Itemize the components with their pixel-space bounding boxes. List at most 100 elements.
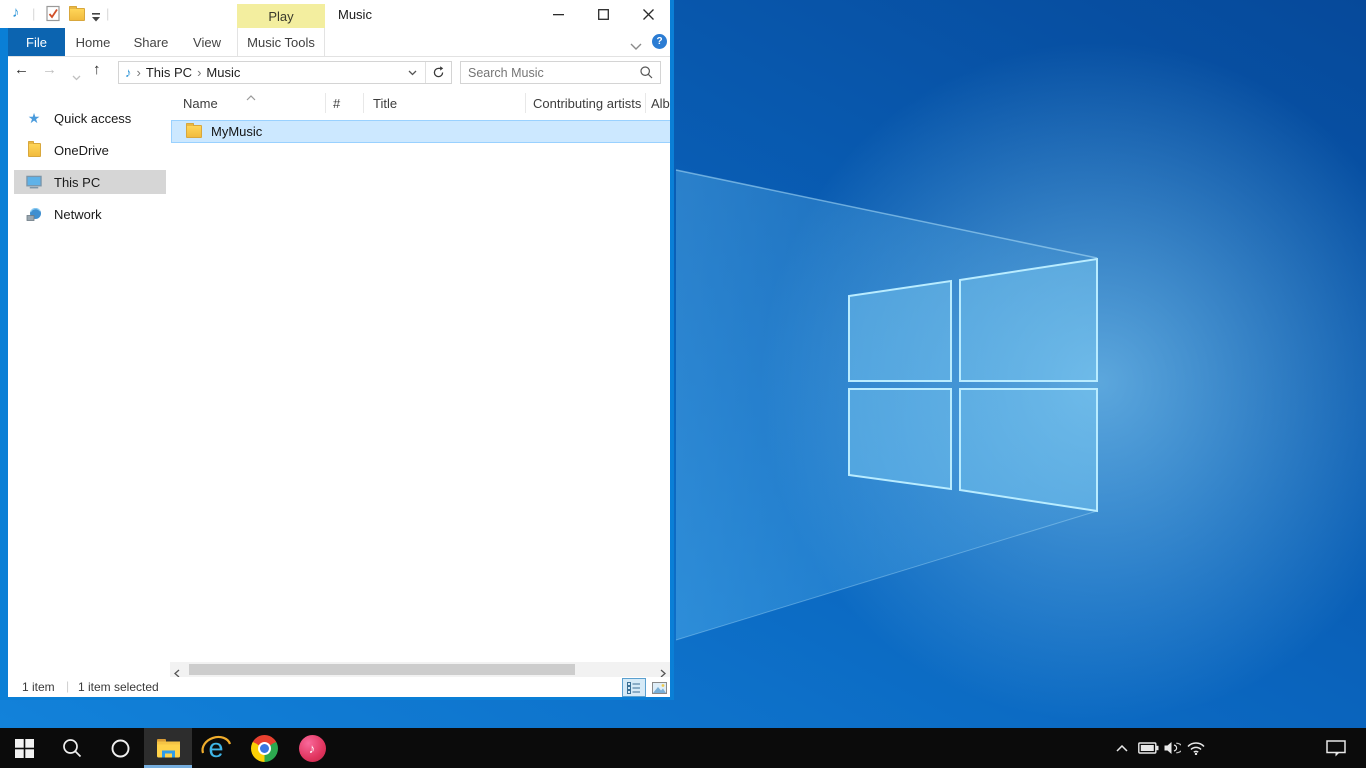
folder-icon: [26, 143, 42, 157]
search-icon[interactable]: [640, 66, 653, 79]
chrome-icon: [251, 735, 278, 762]
sidebar-item-this-pc[interactable]: This PC: [14, 170, 166, 194]
start-button[interactable]: [0, 728, 48, 768]
breadcrumb-chevron-icon: ›: [137, 65, 141, 80]
close-icon: [643, 9, 654, 20]
battery-button[interactable]: [1136, 728, 1160, 768]
column-header-album[interactable]: Alb: [651, 96, 670, 111]
battery-icon: [1138, 742, 1159, 754]
tray-expand-button[interactable]: [1110, 728, 1134, 768]
itunes-icon: ♪: [299, 735, 326, 762]
refresh-icon: [432, 66, 445, 79]
search-icon: [62, 738, 82, 758]
music-note-icon: ♪: [309, 741, 316, 756]
status-bar: 1 item | 1 item selected: [8, 677, 670, 697]
qat-separator-2: |: [106, 7, 109, 20]
star-icon: ★: [26, 111, 42, 125]
properties-button[interactable]: [45, 5, 61, 26]
properties-icon: [45, 5, 61, 22]
new-folder-button[interactable]: [69, 8, 85, 21]
search-box[interactable]: [460, 61, 661, 84]
column-header-title[interactable]: Title: [373, 96, 397, 111]
search-input[interactable]: [461, 65, 640, 81]
volume-button[interactable]: [1160, 728, 1184, 768]
tab-file[interactable]: File: [8, 28, 65, 56]
chevron-up-icon: [1116, 745, 1128, 752]
address-bar[interactable]: ♪ › This PC › Music: [118, 61, 452, 84]
address-dropdown-button[interactable]: [408, 70, 417, 76]
network-icon: [26, 207, 42, 222]
music-note-icon: ♪: [125, 66, 132, 79]
cortana-button[interactable]: [96, 728, 144, 768]
recent-locations-button[interactable]: [72, 69, 81, 85]
taskbar-search-button[interactable]: [48, 728, 96, 768]
tab-view[interactable]: View: [184, 28, 230, 56]
forward-button[interactable]: →: [42, 62, 57, 77]
column-header-name[interactable]: Name: [183, 96, 218, 111]
up-button[interactable]: ↑: [93, 62, 101, 77]
qat-dropdown-icon: [91, 13, 101, 22]
music-note-icon: ♪: [12, 5, 20, 20]
taskbar-chrome-button[interactable]: [240, 728, 288, 768]
volume-icon: [1164, 741, 1181, 755]
maximize-icon: [598, 9, 609, 20]
sidebar-item-label: This PC: [54, 175, 100, 190]
file-row-mymusic[interactable]: MyMusic: [171, 120, 673, 143]
details-view-button[interactable]: [622, 678, 646, 697]
column-header-number[interactable]: #: [333, 96, 340, 111]
help-button[interactable]: ?: [652, 34, 667, 49]
taskbar-file-explorer-button[interactable]: [144, 728, 192, 768]
wifi-icon: [1187, 742, 1205, 755]
qat-customize-button[interactable]: [91, 10, 101, 26]
details-view-icon: [627, 682, 641, 694]
minimize-button[interactable]: [536, 0, 581, 28]
horizontal-scrollbar[interactable]: [170, 662, 670, 677]
action-center-button[interactable]: [1322, 728, 1350, 768]
breadcrumb-item-this-pc[interactable]: This PC: [146, 65, 192, 80]
taskbar-ie-button[interactable]: e: [192, 728, 240, 768]
status-item-count: 1 item: [22, 681, 55, 693]
refresh-button[interactable]: [432, 66, 445, 79]
file-explorer-icon: [156, 738, 181, 759]
cortana-icon: [111, 739, 130, 758]
breadcrumb-chevron-icon: ›: [197, 65, 201, 80]
address-toolbar: ← → ↑ ♪ › This PC › Music: [8, 57, 670, 88]
sidebar-item-label: Network: [54, 207, 102, 222]
tab-music-tools[interactable]: Music Tools: [237, 28, 325, 56]
sidebar-item-quick-access[interactable]: ★ Quick access: [14, 106, 166, 130]
ribbon-expand-button[interactable]: [630, 38, 642, 54]
sidebar-item-network[interactable]: Network: [14, 202, 166, 226]
status-selection-count: 1 item selected: [78, 681, 159, 693]
action-center-icon: [1326, 740, 1346, 757]
folder-icon: [186, 125, 202, 138]
windows-logo-icon: [15, 739, 34, 758]
file-name: MyMusic: [211, 124, 262, 139]
column-header-contributing-artists[interactable]: Contributing artists: [533, 96, 641, 111]
chevron-down-icon: [72, 75, 81, 81]
new-folder-icon: [69, 8, 85, 21]
sidebar-item-onedrive[interactable]: OneDrive: [14, 138, 166, 162]
status-divider: |: [66, 680, 69, 692]
internet-explorer-icon: e: [208, 733, 223, 764]
window-titlebar[interactable]: ♪ | | Play Music: [0, 0, 670, 28]
large-icons-view-button[interactable]: [649, 679, 670, 696]
back-button[interactable]: ←: [14, 62, 29, 77]
tab-home[interactable]: Home: [68, 28, 118, 56]
tab-play[interactable]: Play: [237, 4, 325, 28]
maximize-button[interactable]: [581, 0, 626, 28]
network-button[interactable]: [1184, 728, 1208, 768]
window-title: Music: [338, 7, 372, 22]
file-explorer-window: ♪ | | Play Music: [0, 0, 674, 700]
tab-share[interactable]: Share: [126, 28, 176, 56]
minimize-icon: [553, 9, 564, 20]
qat-separator: |: [32, 7, 35, 20]
breadcrumb-item-music[interactable]: Music: [206, 65, 240, 80]
taskbar-itunes-button[interactable]: ♪: [288, 728, 336, 768]
scrollbar-thumb[interactable]: [189, 664, 575, 675]
window-border-right: [670, 0, 674, 700]
desktop: ♪ | | Play Music: [0, 0, 1366, 768]
close-button[interactable]: [626, 0, 671, 28]
sidebar-item-label: Quick access: [54, 111, 131, 126]
large-icons-view-icon: [652, 682, 667, 694]
sort-ascending-icon: [246, 89, 256, 105]
